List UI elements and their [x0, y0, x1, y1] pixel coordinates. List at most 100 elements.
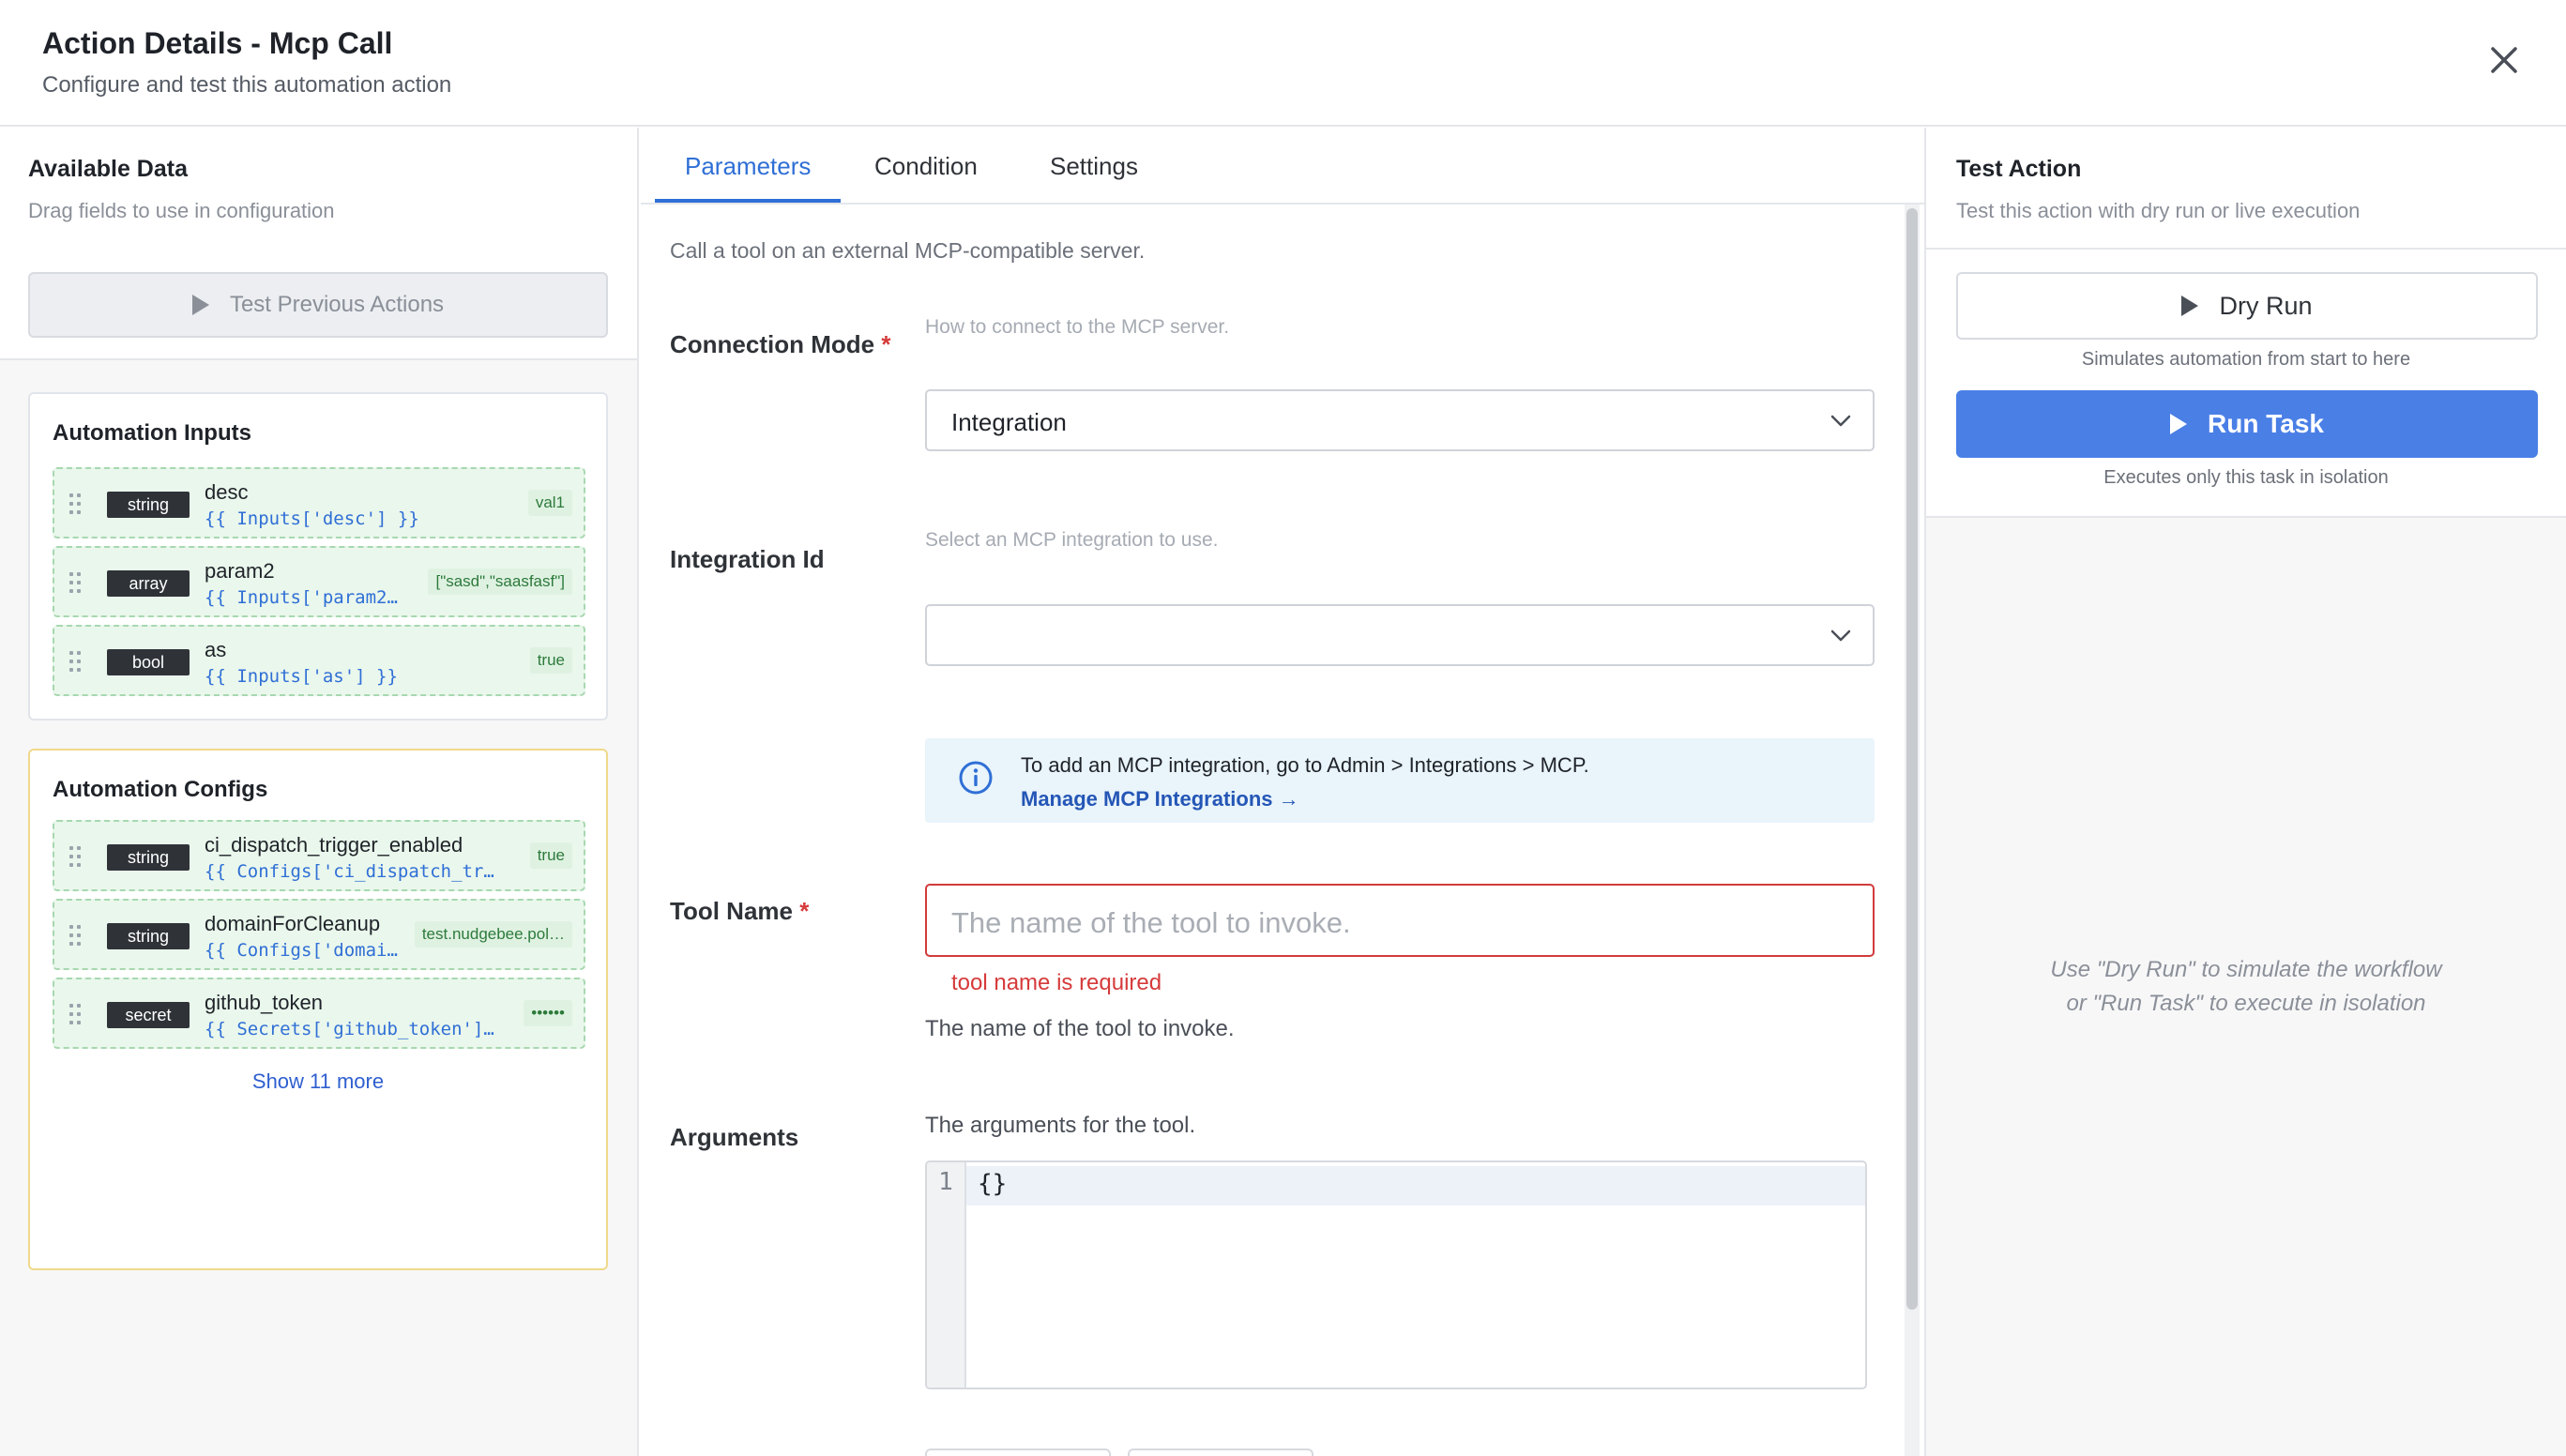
arguments-help: The arguments for the tool.: [925, 1113, 1196, 1138]
field-name: ci_dispatch_trigger_enabled: [205, 833, 463, 857]
field-value-badge: ["sasd","saasfasf"]: [428, 569, 572, 595]
partial-button[interactable]: [925, 1448, 1111, 1456]
automation-configs-card: Automation Configs string ci_dispatch_tr…: [28, 749, 608, 1270]
parameters-panel: Parameters Condition Settings Call a too…: [641, 128, 1924, 1456]
automation-configs-title: Automation Configs: [53, 777, 268, 802]
tab-condition[interactable]: Condition: [874, 152, 978, 181]
mcp-info-box: To add an MCP integration, go to Admin >…: [925, 738, 1875, 823]
line-number: 1: [938, 1168, 953, 1196]
available-data-subtitle: Drag fields to use in configuration: [28, 199, 335, 222]
play-icon: [191, 295, 209, 315]
drag-handle-icon[interactable]: [69, 925, 83, 948]
run-task-caption: Executes only this task in isolation: [2103, 467, 2389, 488]
integration-id-label: Integration Id: [670, 545, 825, 573]
play-icon: [2170, 414, 2188, 434]
type-badge: string: [107, 923, 190, 949]
empty-state-line: Use "Dry Run" to simulate the workflow: [2050, 957, 2442, 982]
empty-state-line: or "Run Task" to execute in isolation: [2066, 991, 2426, 1016]
drag-handle-icon[interactable]: [69, 572, 83, 595]
dialog-title: Action Details - Mcp Call: [42, 26, 393, 60]
scrollbar[interactable]: [1905, 205, 1920, 1456]
field-name: param2: [205, 559, 275, 583]
required-mark: *: [799, 897, 810, 925]
test-action-panel: Test Action Test this action with dry ru…: [1924, 128, 2566, 1456]
connection-mode-label: Connection Mode *: [670, 330, 891, 358]
config-field-item[interactable]: string ci_dispatch_trigger_enabled {{ Co…: [53, 820, 585, 891]
test-action-header: Test Action Test this action with dry ru…: [1926, 128, 2566, 518]
field-name: github_token: [205, 991, 323, 1014]
type-badge: bool: [107, 649, 190, 675]
tab-bar: Parameters Condition Settings: [641, 128, 1924, 205]
field-name: desc: [205, 480, 249, 504]
field-value-badge: true: [529, 842, 572, 869]
tool-name-placeholder: The name of the tool to invoke.: [951, 906, 1351, 939]
tool-name-help: The name of the tool to invoke.: [925, 1016, 1235, 1041]
divider: [1926, 248, 2566, 250]
field-value-badge: val1: [527, 490, 572, 516]
drag-handle-icon[interactable]: [69, 493, 83, 516]
action-description: Call a tool on an external MCP-compatibl…: [670, 238, 1146, 263]
empty-state-message: Use "Dry Run" to simulate the workflow o…: [1926, 953, 2566, 1021]
run-task-label: Run Task: [2208, 409, 2324, 438]
dry-run-button[interactable]: Dry Run: [1956, 272, 2538, 340]
field-value-badge: ••••••: [524, 1000, 572, 1026]
field-expression: {{ Configs['ci_dispatch_trigg…: [205, 861, 505, 882]
dialog-header: Action Details - Mcp Call Configure and …: [0, 0, 2566, 127]
test-action-title: Test Action: [1956, 156, 2082, 182]
field-expression: {{ Inputs['as'] }}: [205, 666, 398, 687]
type-badge: string: [107, 492, 190, 518]
required-mark: *: [881, 330, 891, 358]
close-icon[interactable]: [2487, 43, 2521, 77]
integration-id-hint: Select an MCP integration to use.: [925, 529, 1219, 551]
available-data-header: Available Data Drag fields to use in con…: [0, 128, 637, 360]
tool-name-error: tool name is required: [951, 970, 1162, 995]
arguments-code-editor[interactable]: 1 {}: [925, 1160, 1867, 1389]
dry-run-label: Dry Run: [2219, 291, 2313, 320]
editor-code: {}: [978, 1170, 1008, 1198]
manage-mcp-integrations-link[interactable]: Manage MCP Integrations →: [1021, 787, 1299, 811]
config-field-item[interactable]: string domainForCleanup {{ Configs['doma…: [53, 899, 585, 970]
type-badge: secret: [107, 1002, 190, 1028]
test-previous-actions-button[interactable]: Test Previous Actions: [28, 272, 608, 338]
input-field-item[interactable]: bool as {{ Inputs['as'] }} true: [53, 625, 585, 696]
dialog-subtitle: Configure and test this automation actio…: [42, 72, 452, 98]
integration-id-select[interactable]: [925, 604, 1875, 666]
tool-name-input[interactable]: The name of the tool to invoke.: [925, 884, 1875, 957]
automation-inputs-title: Automation Inputs: [53, 420, 251, 446]
field-name: as: [205, 638, 227, 661]
scrollbar-thumb[interactable]: [1906, 208, 1918, 1310]
active-tab-indicator: [655, 199, 841, 203]
input-field-item[interactable]: string desc {{ Inputs['desc'] }} val1: [53, 467, 585, 538]
connection-mode-select[interactable]: Integration: [925, 389, 1875, 451]
field-expression: {{ Inputs['desc'] }}: [205, 508, 419, 529]
run-task-button[interactable]: Run Task: [1956, 390, 2538, 458]
test-previous-actions-label: Test Previous Actions: [229, 292, 445, 317]
tab-parameters[interactable]: Parameters: [685, 152, 811, 181]
input-field-item[interactable]: array param2 {{ Inputs['param2'… ["sasd"…: [53, 546, 585, 617]
info-icon: [957, 759, 995, 796]
arguments-label: Arguments: [670, 1123, 799, 1151]
connection-mode-value: Integration: [951, 408, 1067, 436]
field-expression: {{ Configs['domai…: [205, 940, 398, 961]
play-icon: [2181, 296, 2199, 316]
test-action-subtitle: Test this action with dry run or live ex…: [1956, 199, 2361, 222]
field-value-badge: true: [529, 647, 572, 674]
show-more-link[interactable]: Show 11 more: [30, 1069, 606, 1094]
tool-name-label: Tool Name *: [670, 897, 810, 925]
field-expression: {{ Secrets['github_token'] }}: [205, 1019, 505, 1039]
tab-settings[interactable]: Settings: [1050, 152, 1138, 181]
drag-handle-icon[interactable]: [69, 651, 83, 674]
available-data-panel: Available Data Drag fields to use in con…: [0, 128, 639, 1456]
dry-run-caption: Simulates automation from start to here: [2081, 349, 2411, 370]
connection-mode-hint: How to connect to the MCP server.: [925, 316, 1230, 338]
field-value-badge: test.nudgebee.pol…: [414, 921, 572, 948]
chevron-down-icon: [1830, 625, 1852, 647]
active-line-highlight: [966, 1166, 1865, 1206]
drag-handle-icon[interactable]: [69, 1004, 83, 1026]
field-name: domainForCleanup: [205, 912, 381, 935]
automation-inputs-card: Automation Inputs string desc {{ Inputs[…: [28, 392, 608, 720]
config-field-item[interactable]: secret github_token {{ Secrets['github_t…: [53, 978, 585, 1049]
chevron-down-icon: [1830, 410, 1852, 432]
drag-handle-icon[interactable]: [69, 846, 83, 869]
partial-button[interactable]: [1128, 1448, 1313, 1456]
